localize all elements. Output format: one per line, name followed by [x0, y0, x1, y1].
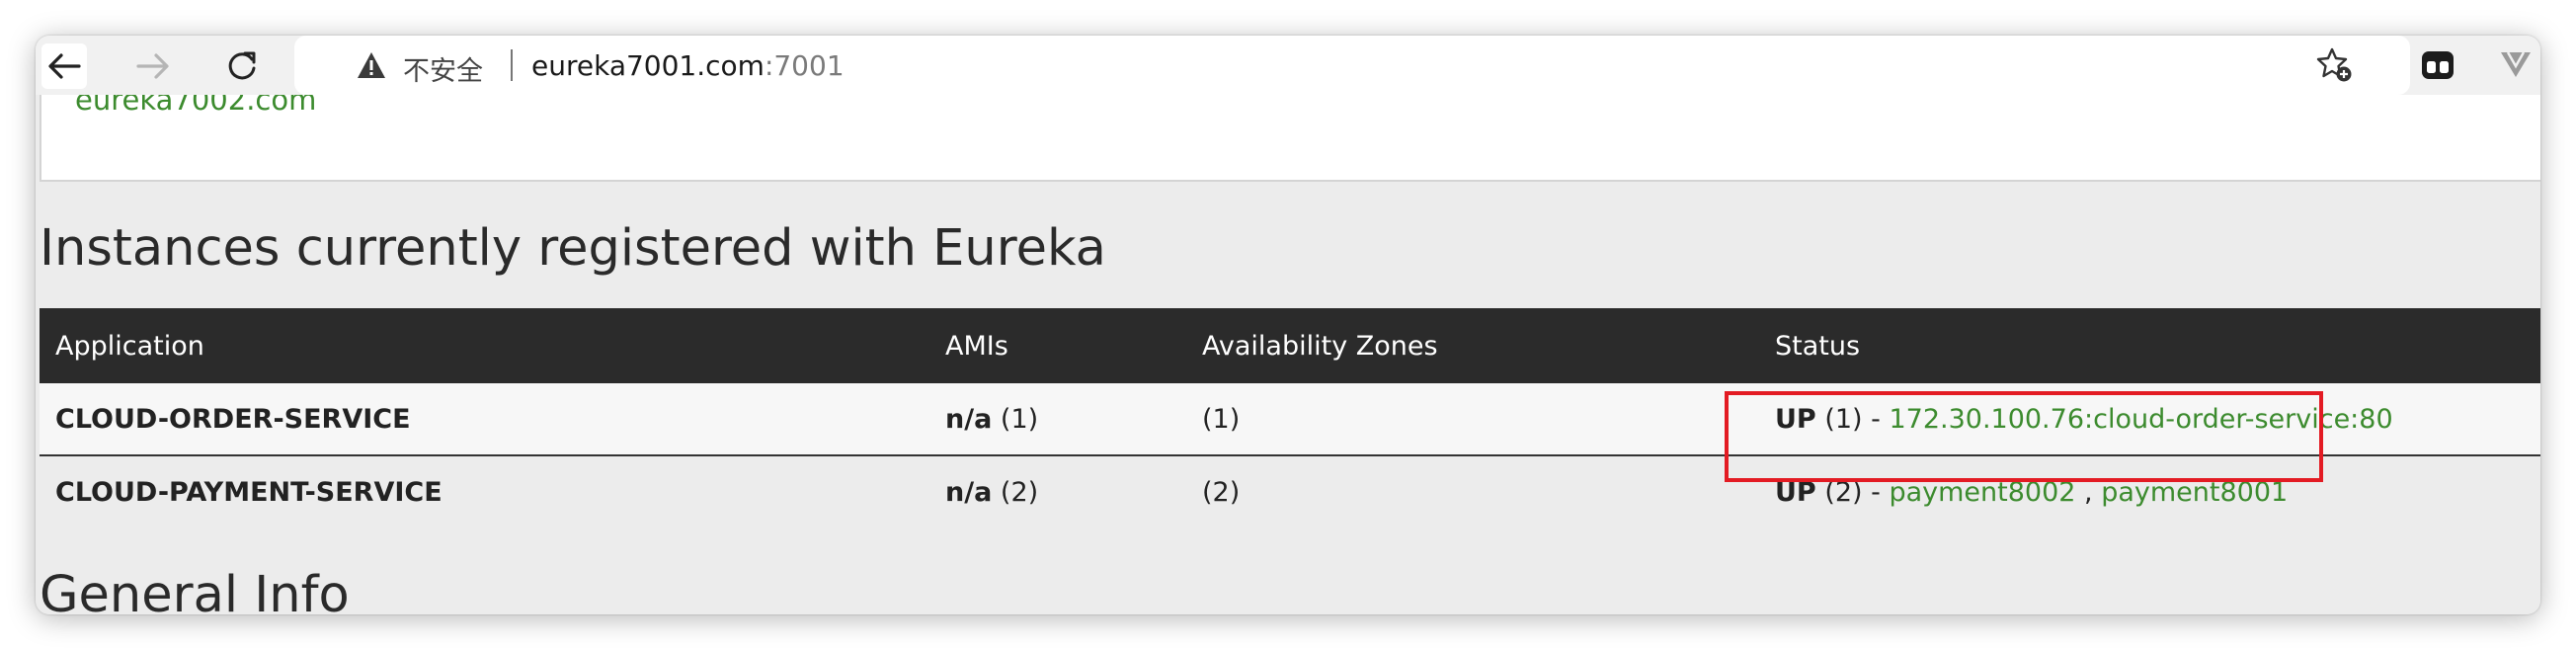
eureka-page: eureka7002.com Instances currently regis… [36, 95, 2540, 614]
instances-section-title: Instances currently registered with Eure… [40, 219, 1106, 278]
ami-cell: n/a (2) [929, 455, 1186, 528]
general-info-title: General Info [40, 566, 350, 614]
table-header-row: Application AMIs Availability Zones Stat… [40, 308, 2540, 383]
ami-label: n/a [945, 403, 993, 435]
menu-chevron-icon[interactable] [2499, 49, 2533, 84]
ami-label: n/a [945, 476, 993, 508]
ami-count: (1) [1000, 403, 1039, 435]
address-bar[interactable]: 不安全 eureka7001.com:7001 [294, 36, 2410, 95]
back-button[interactable] [41, 43, 87, 89]
back-arrow-icon [47, 52, 81, 80]
browser-window: 不安全 eureka7001.com:7001 eureka7002.com I… [36, 36, 2540, 614]
extension-icon[interactable] [2420, 47, 2455, 88]
insecure-label[interactable]: 不安全 [403, 49, 483, 88]
red-highlight-annotation [1725, 391, 2323, 482]
warning-icon[interactable] [356, 50, 387, 85]
url-port: :7001 [764, 49, 845, 82]
reload-button[interactable] [219, 43, 265, 89]
browser-toolbar: 不安全 eureka7001.com:7001 [36, 36, 2540, 95]
replica-link[interactable]: eureka7002.com [75, 95, 316, 117]
zone-cell: (2) [1186, 455, 1759, 528]
url-text[interactable]: eureka7001.com:7001 [531, 49, 845, 82]
replicas-panel: eureka7002.com [40, 95, 2540, 182]
bookmark-star-icon[interactable] [2315, 45, 2355, 90]
header-status: Status [1759, 308, 2540, 383]
forward-arrow-icon [136, 52, 170, 80]
reload-icon [225, 49, 259, 83]
forward-button[interactable] [130, 43, 176, 89]
ami-cell: n/a (1) [929, 383, 1186, 456]
ami-count: (2) [1000, 476, 1039, 508]
header-amis: AMIs [929, 308, 1186, 383]
application-name: CLOUD-ORDER-SERVICE [40, 383, 929, 456]
zone-cell: (1) [1186, 383, 1759, 456]
url-host: eureka7001.com [531, 49, 765, 82]
header-application: Application [40, 308, 929, 383]
address-separator [511, 49, 513, 81]
header-availability-zones: Availability Zones [1186, 308, 1759, 383]
application-name: CLOUD-PAYMENT-SERVICE [40, 455, 929, 528]
